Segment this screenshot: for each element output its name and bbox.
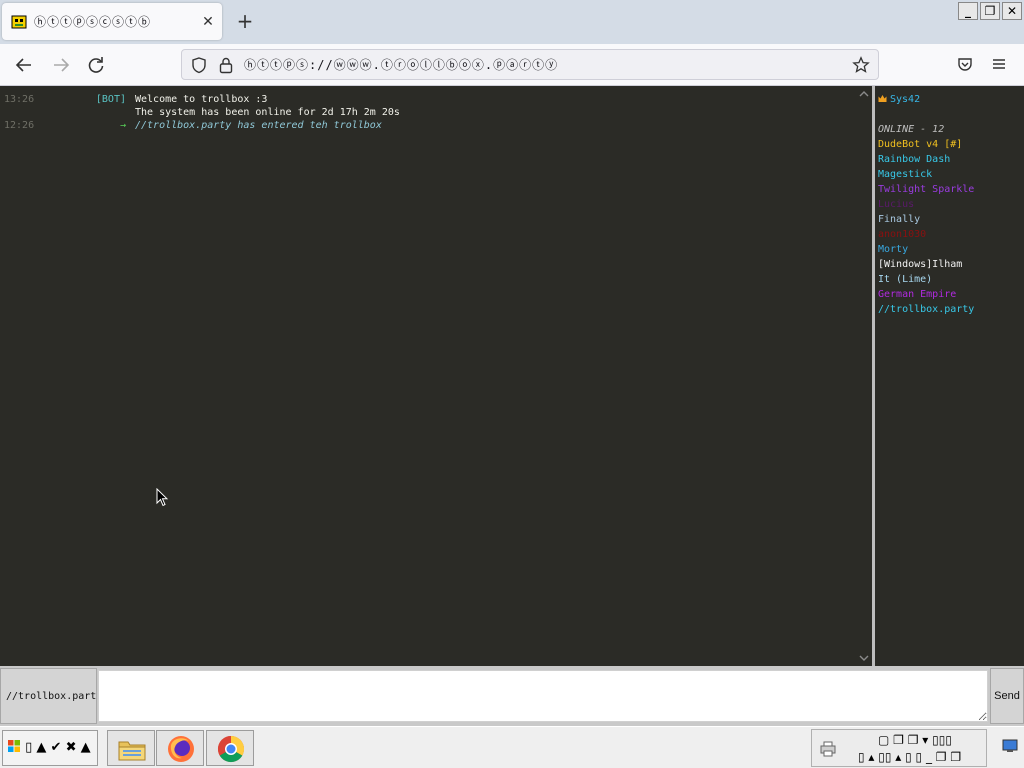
maximize-button[interactable]: ❐	[980, 2, 1000, 20]
tab-bar: ⓗⓣⓣⓟⓢⓒⓢⓣⓑ ✕ + _ ❐ ✕	[0, 0, 1024, 44]
printer-icon[interactable]	[819, 741, 837, 757]
close-window-button[interactable]: ✕	[1002, 2, 1022, 20]
tracking-shield-icon[interactable]	[190, 56, 208, 74]
forward-arrow-icon[interactable]	[50, 54, 72, 76]
chat-message: The system has been online for 2d 17h 2m…	[0, 106, 856, 119]
new-tab-button[interactable]: +	[236, 11, 254, 31]
taskbar-chrome[interactable]	[206, 730, 254, 766]
scroll-down-icon[interactable]	[858, 652, 870, 664]
online-count-header: ONLINE - 12	[878, 124, 945, 135]
message-timestamp: 12:26	[4, 120, 35, 131]
pocket-icon[interactable]	[956, 55, 974, 73]
message-input[interactable]	[98, 670, 988, 722]
reload-icon[interactable]	[85, 54, 107, 76]
chat-scrollbar[interactable]	[856, 86, 872, 666]
user-list-item[interactable]: Finally	[878, 213, 920, 226]
url-text[interactable]: ⓗⓣⓣⓟⓢ://ⓦⓦⓦ.ⓣⓡⓞⓛⓛⓑⓞⓧ.ⓟⓐⓡⓣⓨ	[244, 56, 558, 73]
user-list-item[interactable]: anon1030	[878, 228, 926, 241]
chat-message: 12:26 → //trollbox.party has entered teh…	[0, 119, 856, 132]
start-button[interactable]: ▯ ▲ ✔ ✖ ▲	[2, 730, 98, 766]
message-text: //trollbox.party has entered teh trollbo…	[135, 120, 382, 131]
user-list-item[interactable]: German Empire	[878, 288, 956, 301]
start-button-label: ▯ ▲ ✔ ✖ ▲	[25, 740, 91, 755]
system-tray: ▢ ❐ ❐ ▾ ▯▯▯ ▯ ▴ ▯▯ ▴ ▯ ▯ _ ❐ ❐	[811, 729, 987, 767]
folder-icon	[118, 741, 146, 761]
taskbar: ▯ ▲ ✔ ✖ ▲ ▢ ❐ ❐ ▾ ▯▯▯ ▯ ▴ ▯▯ ▴ ▯ ▯ _ ❐ ❐	[0, 726, 1024, 768]
active-tab[interactable]: ⓗⓣⓣⓟⓢⓒⓢⓣⓑ ✕	[2, 3, 222, 40]
message-text: The system has been online for 2d 17h 2m…	[135, 107, 400, 118]
navigation-toolbar: ⓗⓣⓣⓟⓢ://ⓦⓦⓦ.ⓣⓡⓞⓛⓛⓑⓞⓧ.ⓟⓐⓡⓣⓨ	[0, 44, 1024, 86]
tray-icons-row-1[interactable]: ▢ ❐ ❐ ▾ ▯▯▯	[878, 733, 952, 747]
hamburger-menu-icon[interactable]	[990, 55, 1008, 73]
tray-icons-row-2[interactable]: ▯ ▴ ▯▯ ▴ ▯ ▯ _ ❐ ❐	[858, 750, 961, 764]
address-bar[interactable]: ⓗⓣⓣⓟⓢ://ⓦⓦⓦ.ⓣⓡⓞⓛⓛⓑⓞⓧ.ⓟⓐⓡⓣⓨ	[181, 49, 879, 80]
trollbox-favicon-icon	[11, 15, 27, 29]
user-list-item[interactable]: Twilight Sparkle	[878, 183, 974, 196]
tab-title: ⓗⓣⓣⓟⓢⓒⓢⓣⓑ	[34, 15, 152, 29]
crown-icon	[878, 95, 887, 102]
message-nick[interactable]: [BOT]	[96, 93, 126, 106]
user-list-item[interactable]: Lucius	[878, 198, 914, 211]
tab-close-icon[interactable]: ✕	[200, 14, 216, 30]
user-list-item[interactable]: DudeBot v4 [#]	[878, 138, 962, 151]
current-user-name: Sys42	[890, 94, 921, 105]
scroll-up-icon[interactable]	[858, 88, 870, 100]
message-text: Welcome to trollbox :3	[135, 94, 268, 105]
chrome-icon	[217, 735, 245, 763]
join-arrow-icon: →	[119, 120, 126, 131]
taskbar-explorer[interactable]	[107, 730, 155, 766]
taskbar-firefox[interactable]	[156, 730, 204, 766]
current-user: Sys42	[878, 93, 920, 106]
user-list: Sys42 ONLINE - 12 DudeBot v4 [#] Rainbow …	[875, 86, 1024, 666]
user-list-item[interactable]: Magestick	[878, 168, 932, 181]
bookmark-star-icon[interactable]	[852, 56, 870, 74]
nickname-button[interactable]: //trollbox.party	[0, 668, 97, 724]
minimize-button[interactable]: _	[958, 2, 978, 20]
user-list-item[interactable]: Morty	[878, 243, 908, 256]
chat-message: 13:26 [BOT] Welcome to trollbox :3	[0, 93, 856, 106]
user-list-item[interactable]: [Windows]Ilham	[878, 258, 962, 271]
lock-icon[interactable]	[218, 56, 234, 74]
mouse-cursor-icon	[156, 488, 168, 507]
back-arrow-icon[interactable]	[13, 54, 35, 76]
windows-logo-icon	[8, 740, 20, 752]
chat-log: 13:26 [BOT] Welcome to trollbox :3 The s…	[0, 86, 872, 666]
send-button[interactable]: Send	[990, 668, 1024, 724]
user-list-item[interactable]: It (Lime)	[878, 273, 932, 286]
show-desktop-icon[interactable]	[1002, 739, 1018, 753]
user-list-item[interactable]: Rainbow Dash	[878, 153, 950, 166]
input-bar: //trollbox.party Send	[0, 666, 1024, 726]
message-timestamp: 13:26	[4, 94, 35, 105]
user-list-item[interactable]: //trollbox.party	[878, 303, 974, 316]
firefox-icon	[168, 736, 194, 762]
